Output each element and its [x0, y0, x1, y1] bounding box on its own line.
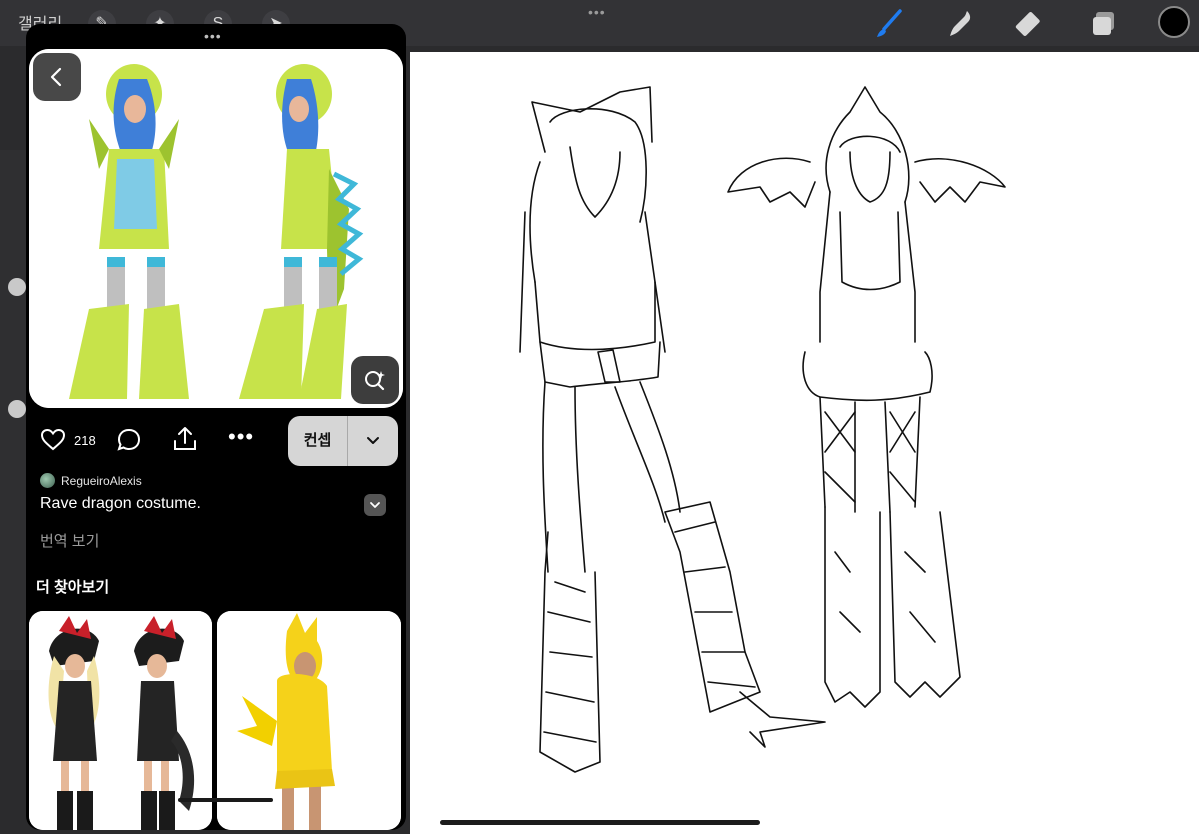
board-picker-button[interactable]	[348, 416, 398, 466]
dragon-costume-photo	[29, 49, 403, 408]
brush-icon[interactable]	[873, 7, 907, 41]
panel-home-indicator[interactable]	[178, 798, 273, 802]
chevron-down-icon	[370, 502, 380, 508]
board-name-label[interactable]: 컨셉	[288, 416, 348, 466]
costume-sketch	[519, 86, 1006, 773]
drawing-canvas[interactable]	[410, 52, 1199, 834]
pin-description: Rave dragon costume.	[40, 495, 201, 512]
comment-icon[interactable]	[116, 427, 142, 453]
expand-description-button[interactable]	[364, 494, 386, 516]
smudge-icon[interactable]	[945, 7, 979, 41]
pin-author[interactable]: RegueiroAlexis	[40, 473, 142, 488]
pinterest-panel: ••• 218 ••• 컨셉 RegueiroAlexis Rave drago…	[26, 24, 406, 830]
eraser-icon[interactable]	[1015, 7, 1049, 41]
share-icon[interactable]	[172, 425, 198, 453]
chevron-left-icon	[50, 67, 62, 87]
translate-link[interactable]: 번역 보기	[40, 530, 99, 551]
drag-handle-icon[interactable]: •••	[588, 4, 606, 20]
lens-search-icon	[365, 371, 385, 391]
save-to-board-button[interactable]: 컨셉	[288, 416, 398, 466]
more-ideas-heading: 더 찾아보기	[36, 579, 110, 596]
like-button[interactable]: 218	[40, 428, 96, 452]
back-button[interactable]	[33, 53, 81, 101]
pin-image[interactable]	[29, 49, 403, 408]
chevron-down-icon	[367, 437, 379, 444]
opacity-slider[interactable]	[8, 400, 26, 418]
home-indicator[interactable]	[440, 820, 760, 825]
brush-size-slider[interactable]	[8, 278, 26, 296]
author-name[interactable]: RegueiroAlexis	[61, 474, 142, 488]
pin-actions: 218 ••• 컨셉	[26, 416, 406, 466]
heart-icon	[40, 428, 66, 451]
visual-search-button[interactable]	[351, 356, 399, 404]
procreate-sidebar	[0, 150, 26, 670]
layers-icon[interactable]	[1087, 7, 1121, 41]
more-options-icon[interactable]: •••	[228, 424, 254, 450]
avatar[interactable]	[40, 473, 55, 488]
color-picker-button[interactable]	[1158, 6, 1190, 38]
panel-drag-handle-icon[interactable]: •••	[204, 28, 222, 44]
procreate-app: 갤러리 ✎ ✦ S ➤ •••	[0, 0, 1199, 834]
like-count: 218	[74, 432, 96, 448]
